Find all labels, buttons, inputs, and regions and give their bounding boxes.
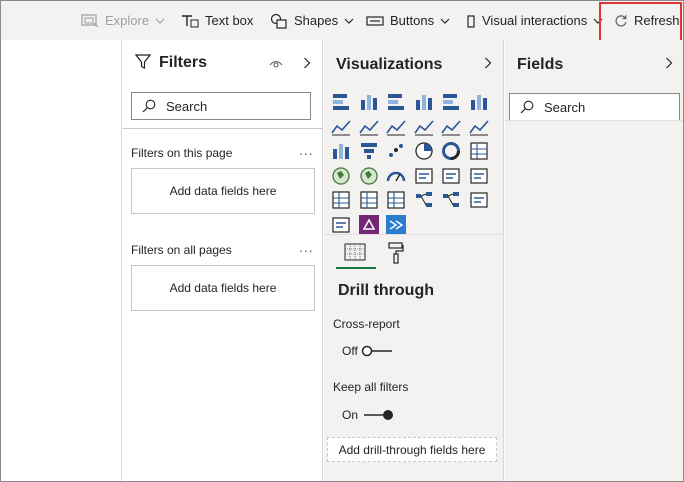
map-icon[interactable] [331, 166, 351, 186]
filled-map-icon[interactable] [359, 166, 379, 186]
divider [324, 234, 504, 235]
search-icon [142, 99, 156, 113]
filters-pane: Filters Search Filters on this page ... … [123, 40, 323, 481]
chevron-right-icon[interactable] [665, 57, 673, 69]
drill-through-title: Drill through [338, 282, 434, 299]
power-apps-icon[interactable] [358, 214, 379, 235]
100-stacked-bar-chart-icon[interactable] [441, 92, 461, 112]
chevron-right-icon[interactable] [303, 57, 311, 69]
area-chart-icon[interactable] [358, 117, 379, 137]
power-automate-icon[interactable] [386, 214, 406, 235]
search-icon [520, 100, 534, 114]
explore-label: Explore [105, 13, 150, 28]
ribbon-chart-icon[interactable] [468, 117, 489, 137]
explore-icon [81, 13, 99, 27]
more-options-icon[interactable]: ... [299, 239, 314, 255]
buttons-button[interactable]: Buttons [366, 1, 450, 40]
matrix-icon[interactable] [386, 190, 406, 210]
donut-chart-icon[interactable] [441, 141, 461, 161]
line-and-clustered-column-chart-icon[interactable] [441, 117, 461, 137]
divider [505, 120, 683, 121]
key-influencers-icon[interactable] [414, 190, 434, 210]
keep-all-filters-state: On [342, 408, 359, 422]
filter-icon [135, 54, 151, 69]
cross-report-toggle[interactable]: Off [342, 344, 393, 358]
toolbar: Explore Text box Shapes Buttons Visual i… [1, 1, 683, 40]
funnel-chart-icon[interactable] [359, 141, 379, 161]
paginated-report-icon[interactable] [331, 215, 351, 235]
fields-search-input[interactable]: Search [509, 93, 680, 121]
filters-all-pages-drop-zone[interactable]: Add data fields here [131, 265, 315, 311]
stacked-bar-chart-icon[interactable] [331, 92, 351, 112]
shapes-icon [270, 13, 287, 29]
slicer-icon[interactable] [331, 190, 351, 210]
more-options-icon[interactable]: ... [299, 142, 314, 158]
visual-interactions-icon [467, 14, 475, 28]
line-chart-icon[interactable] [331, 117, 351, 137]
explore-button[interactable]: Explore [81, 1, 165, 40]
cross-report-label: Cross-report [333, 317, 400, 331]
table-icon[interactable] [359, 190, 379, 210]
filters-this-page-label: Filters on this page [131, 146, 233, 160]
fields-search-placeholder: Search [544, 99, 586, 115]
treemap-icon[interactable] [469, 141, 489, 161]
textbox-button[interactable]: Text box [181, 1, 253, 40]
visual-interactions-label: Visual interactions [482, 13, 588, 28]
filters-search-input[interactable]: Search [131, 92, 311, 120]
filters-title: Filters [159, 54, 208, 71]
keep-all-filters-label: Keep all filters [333, 380, 409, 394]
report-canvas[interactable] [1, 40, 122, 481]
decomposition-tree-icon[interactable] [441, 190, 461, 210]
cross-report-state: Off [342, 344, 358, 358]
textbox-label: Text box [205, 13, 254, 28]
filters-search-placeholder: Search [166, 98, 208, 114]
shapes-button[interactable]: Shapes [270, 1, 354, 40]
chevron-down-icon [155, 18, 165, 24]
clustered-bar-chart-icon[interactable] [386, 92, 406, 112]
visualizations-pane: Visualizations Drill through Cross-repor… [324, 40, 504, 481]
textbox-icon [182, 14, 199, 27]
chevron-down-icon [440, 18, 450, 24]
fields-title: Fields [517, 56, 564, 73]
chevron-down-icon [344, 18, 354, 24]
stacked-area-chart-icon[interactable] [386, 117, 406, 137]
100-stacked-column-chart-icon[interactable] [469, 92, 489, 112]
refresh-highlight-box [599, 2, 682, 43]
kpi-icon[interactable] [469, 166, 489, 186]
filters-this-page-drop-zone[interactable]: Add data fields here [131, 168, 315, 214]
card-icon[interactable] [414, 166, 434, 186]
toggle-on-icon [364, 410, 394, 420]
gauge-icon[interactable] [386, 166, 406, 186]
line-and-column-chart-icon[interactable] [413, 117, 434, 137]
divider [123, 128, 323, 129]
visual-interactions-button[interactable]: Visual interactions [466, 1, 603, 40]
buttons-label: Buttons [390, 13, 435, 28]
toggle-off-icon [361, 345, 392, 357]
active-tab-indicator [336, 267, 376, 269]
multi-row-card-icon[interactable] [441, 166, 461, 186]
qa-icon[interactable] [469, 190, 489, 210]
shapes-label: Shapes [294, 13, 339, 28]
buttons-icon [366, 15, 384, 26]
chevron-right-icon[interactable] [484, 57, 492, 69]
eye-icon[interactable] [269, 58, 283, 68]
clustered-column-chart-icon[interactable] [414, 92, 434, 112]
scatter-chart-icon[interactable] [386, 141, 406, 161]
visualizations-title: Visualizations [336, 56, 443, 73]
build-visual-tab-icon[interactable] [344, 243, 366, 261]
keep-all-filters-toggle[interactable]: On [342, 408, 395, 422]
fields-pane: Fields Search [505, 40, 683, 481]
pie-chart-icon[interactable] [414, 141, 434, 161]
waterfall-chart-icon[interactable] [331, 141, 351, 161]
format-paint-roller-icon[interactable] [388, 242, 404, 264]
filters-all-pages-label: Filters on all pages [131, 243, 232, 257]
stacked-column-chart-icon[interactable] [359, 92, 379, 112]
drill-through-drop-zone[interactable]: Add drill-through fields here [327, 437, 497, 462]
